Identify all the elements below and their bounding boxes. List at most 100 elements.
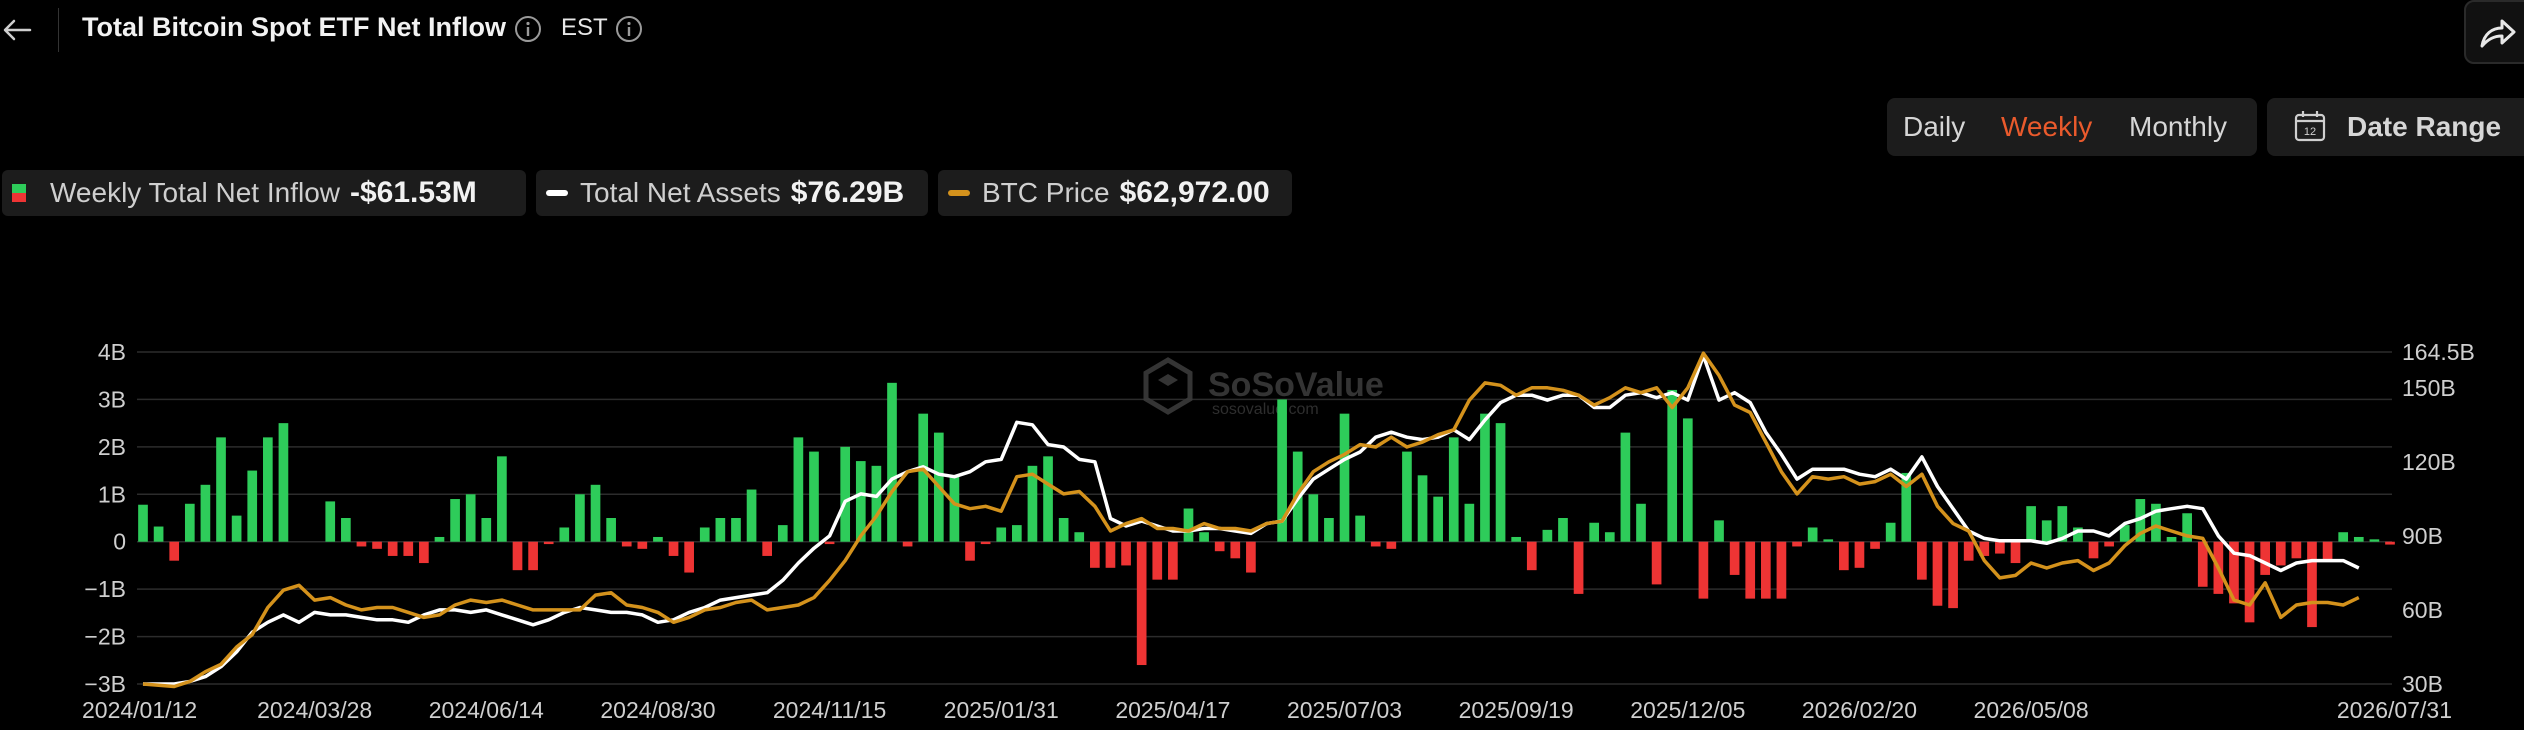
inflow-bar [2275, 541, 2286, 566]
x-axis-tick: 2024/01/12 [82, 697, 197, 723]
inflow-bar [1105, 541, 1116, 568]
x-axis-tick: 2025/12/05 [1630, 697, 1745, 723]
right-axis-tick: 90B [2402, 523, 2443, 549]
inflow-bar [543, 541, 554, 545]
inflow-bar [2307, 541, 2317, 628]
inflow-bar [153, 526, 164, 542]
inflow-bar [434, 536, 445, 542]
inflow-bar [902, 541, 913, 547]
inflow-bar [512, 541, 523, 571]
left-axis-tick: 1B [98, 481, 126, 507]
inflow-bar [809, 451, 819, 542]
inflow-bar [1121, 541, 1131, 566]
inflow-bar [1963, 541, 1974, 561]
inflow-bar [231, 515, 242, 542]
inflow-bar [325, 501, 336, 542]
inflow-bar [1448, 437, 1459, 542]
inflow-bar [1324, 518, 1334, 542]
inflow-bar [450, 499, 460, 542]
inflow-bar [1760, 541, 1771, 599]
inflow-bar [465, 494, 476, 542]
inflow-bar [2088, 541, 2099, 559]
inflow-bar [1058, 518, 1069, 542]
inflow-bar [2104, 541, 2114, 547]
inflow-bar [1480, 413, 1490, 542]
x-axis-tick: 2024/11/15 [773, 697, 886, 723]
inflow-bar [1948, 541, 1958, 609]
inflow-bar [1308, 494, 1319, 542]
inflow-bar [1839, 541, 1849, 571]
inflow-bar [762, 541, 773, 556]
left-axis-tick: 4B [98, 339, 126, 365]
net-inflow-chart[interactable]: SoSoValue sosovalue.com 4B 3B 2B 1B 0 −1B −2B −… [0, 0, 2524, 730]
inflow-bar [606, 518, 616, 542]
right-axis-tick: 30B [2402, 671, 2443, 697]
inflow-bar [2041, 520, 2052, 542]
inflow-bar [559, 527, 570, 542]
inflow-bar [2010, 541, 2021, 564]
x-axis-labels: 2024/01/12 2024/03/28 2024/06/14 2024/08/30… [82, 697, 2452, 723]
inflow-bar [1932, 541, 1943, 606]
inflow-bar [1698, 541, 1709, 599]
inflow-bar [528, 541, 538, 571]
inflow-bar [1714, 520, 1724, 542]
inflow-bar [341, 518, 351, 542]
x-axis-tick: 2026/05/08 [1974, 697, 2089, 723]
inflow-bar [184, 503, 195, 542]
inflow-bar [575, 494, 585, 542]
inflow-bar [1682, 418, 1693, 542]
inflow-bar [871, 465, 882, 542]
inflow-bar [653, 536, 663, 542]
inflow-bar [1495, 423, 1506, 542]
x-axis-tick: 2026/02/20 [1802, 697, 1917, 723]
inflow-bar [1792, 541, 1802, 547]
inflow-bar [497, 456, 507, 542]
inflow-bar [1339, 413, 1350, 542]
inflow-bar [621, 541, 632, 547]
x-axis-tick: 2025/01/31 [944, 697, 1059, 723]
inflow-bar [1136, 541, 1147, 666]
inflow-bar [590, 484, 601, 542]
inflow-bar [1995, 541, 2005, 554]
inflow-bar [2260, 541, 2271, 575]
inflow-bar [1402, 451, 1412, 542]
inflow-bar [668, 541, 679, 556]
inflow-bar [1667, 389, 1678, 542]
x-axis-tick: 2025/04/17 [1115, 697, 1230, 723]
inflow-bar [637, 541, 648, 549]
inflow-bar [1511, 536, 1522, 542]
inflow-bar [1011, 525, 1022, 542]
watermark-logo: SoSoValue sosovalue.com [1143, 357, 1384, 418]
inflow-bar [372, 541, 382, 549]
right-axis-tick: 164.5B [2402, 339, 2475, 365]
left-axis-tick: −1B [84, 576, 126, 602]
inflow-bar [777, 525, 788, 542]
x-axis-tick: 2024/08/30 [600, 697, 715, 723]
inflow-bar [1199, 532, 1209, 542]
inflow-bar [387, 541, 398, 556]
inflow-bar [138, 504, 148, 542]
inflow-bar [699, 527, 710, 542]
inflow-bar [1386, 541, 1397, 549]
inflow-bar [1433, 496, 1443, 542]
inflow-bar [1573, 541, 1584, 594]
inflow-bar [200, 484, 211, 542]
inflow-bar [1636, 503, 1646, 542]
inflow-bar [1090, 541, 1100, 568]
inflow-bar [1168, 541, 1178, 580]
right-axis-tick: 60B [2402, 597, 2443, 623]
inflow-bar [918, 413, 929, 542]
inflow-bar [262, 437, 273, 542]
inflow-bar [1776, 541, 1787, 599]
watermark-text: SoSoValue [1208, 366, 1384, 404]
inflow-bar [1074, 532, 1085, 542]
inflow-bar [1651, 541, 1662, 585]
inflow-bar [1604, 532, 1615, 542]
inflow-bar [1854, 541, 1865, 568]
inflow-bar [1917, 541, 1927, 580]
inflow-bar [2338, 532, 2349, 542]
inflow-bar [481, 518, 492, 542]
watermark-subtext: sosovalue.com [1212, 401, 1319, 418]
x-axis-tick: 2026/07/31 [2337, 697, 2452, 723]
inflow-bar [1152, 541, 1163, 580]
